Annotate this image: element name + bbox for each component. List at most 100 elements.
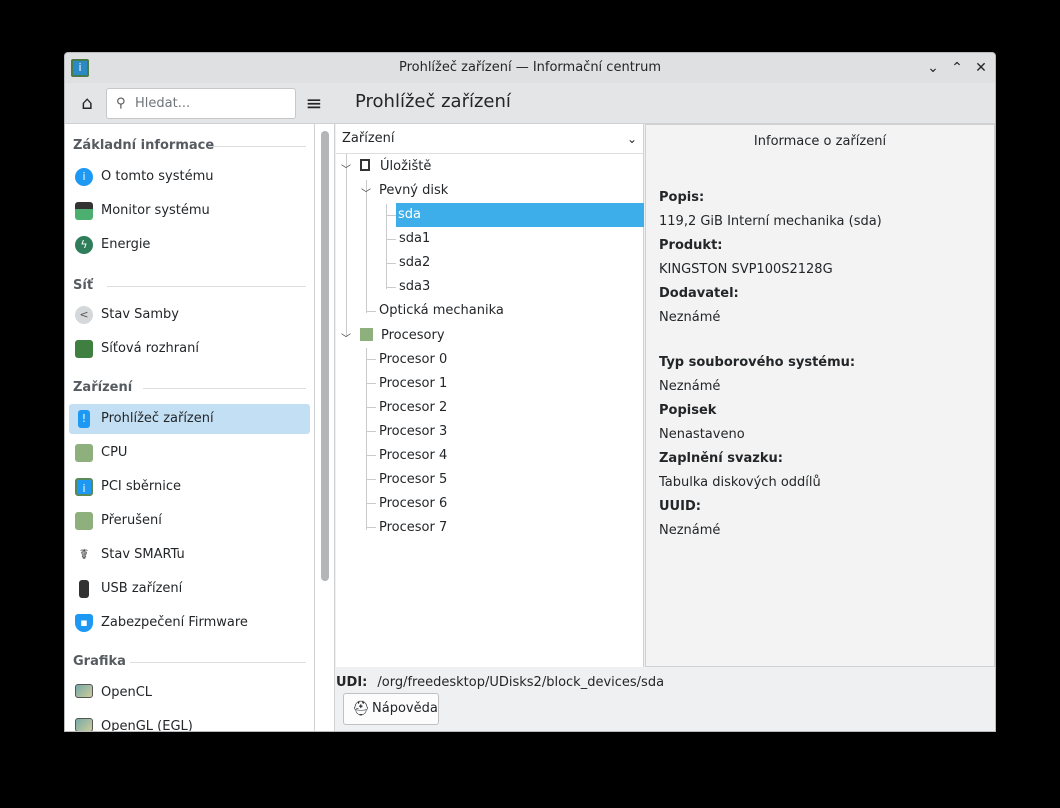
- sidebar-item-opencl[interactable]: OpenCL: [69, 678, 310, 708]
- tree-label: Úložiště: [380, 159, 432, 174]
- sidebar-item-label: Stav Samby: [101, 307, 179, 322]
- info-value: Neznámé: [659, 523, 721, 538]
- tree-node-processor[interactable]: Procesor 4: [379, 444, 447, 468]
- sidebar: Základní informace i O tomto systému Moni…: [65, 124, 315, 731]
- info-label: Typ souborového systému:: [659, 355, 856, 370]
- page-title: Prohlížeč zařízení: [355, 91, 511, 112]
- shield-lock-icon: ▪: [75, 614, 93, 632]
- udi-label: UDI:: [336, 675, 368, 690]
- sidebar-item-device-viewer[interactable]: ! Prohlížeč zařízení: [69, 404, 310, 434]
- chevron-down-icon: ⌄: [626, 132, 637, 146]
- tree-node-processor[interactable]: Procesor 1: [379, 372, 447, 396]
- sidebar-item-opengl[interactable]: OpenGL (EGL): [69, 712, 310, 731]
- tree-node-processors[interactable]: Procesory: [360, 324, 445, 348]
- info-value: KINGSTON SVP100S2128G: [659, 262, 833, 277]
- sidebar-item-energy[interactable]: ϟ Energie: [69, 230, 310, 260]
- section-heading: Síť: [73, 278, 94, 293]
- search-input[interactable]: ⚲ Hledat...: [106, 88, 296, 119]
- sidebar-item-label: Monitor systému: [101, 203, 210, 218]
- collapse-icon[interactable]: ﹀: [361, 185, 371, 200]
- tree-node-optical-drive[interactable]: Optická mechanika: [379, 299, 504, 323]
- tree-node-hard-disk[interactable]: Pevný disk: [379, 179, 448, 203]
- sidebar-item-interrupts[interactable]: Přerušení: [69, 506, 310, 536]
- sidebar-item-label: CPU: [101, 445, 128, 460]
- collapse-icon[interactable]: ﹀: [341, 161, 351, 176]
- app-info-icon: i: [71, 59, 89, 77]
- maximize-button[interactable]: ⌃: [946, 53, 968, 83]
- sidebar-item-cpu[interactable]: CPU: [69, 438, 310, 468]
- tree-node-processor[interactable]: Procesor 3: [379, 420, 447, 444]
- interrupt-icon: [75, 512, 93, 530]
- info-label: Dodavatel:: [659, 286, 739, 301]
- info-value: Neznámé: [659, 379, 721, 394]
- tree-node-processor[interactable]: Procesor 5: [379, 468, 447, 492]
- collapse-icon[interactable]: ﹀: [341, 330, 351, 345]
- sidebar-item-samba-status[interactable]: < Stav Samby: [69, 300, 310, 330]
- device-category-dropdown[interactable]: Zařízení ⌄: [336, 124, 643, 154]
- sidebar-item-label: Zabezpečení Firmware: [101, 615, 248, 630]
- hamburger-menu-button[interactable]: ≡: [303, 92, 325, 116]
- minimize-button[interactable]: ⌄: [922, 53, 944, 83]
- window-title: Prohlížeč zařízení — Informační centrum: [398, 60, 662, 75]
- section-heading: Zařízení: [73, 380, 133, 395]
- sidebar-item-label: USB zařízení: [101, 581, 183, 596]
- sidebar-item-network-interfaces[interactable]: Síťová rozhraní: [69, 334, 310, 364]
- sidebar-item-label: Přerušení: [101, 513, 162, 528]
- info-value: Neznámé: [659, 310, 721, 325]
- divider: [107, 286, 306, 287]
- cpu-icon: [75, 444, 93, 462]
- tree-node-sda2[interactable]: sda2: [399, 251, 430, 275]
- tree-node-processor[interactable]: Procesor 6: [379, 492, 447, 516]
- tree-node-sda3[interactable]: sda3: [399, 275, 430, 299]
- device-info-icon: !: [78, 410, 90, 428]
- divider: [130, 662, 306, 663]
- tree-node-sda1[interactable]: sda1: [399, 227, 430, 251]
- tree-node-storage[interactable]: Úložiště: [360, 155, 431, 179]
- sidebar-item-firmware-security[interactable]: ▪ Zabezpečení Firmware: [69, 608, 310, 638]
- info-value: Tabulka diskových oddílů: [659, 475, 821, 490]
- sidebar-item-pci[interactable]: i PCI sběrnice: [69, 472, 310, 502]
- info-value: 119,2 GiB Interní mechanika (sda): [659, 214, 882, 229]
- close-button[interactable]: ✕: [970, 53, 992, 83]
- display-icon: [75, 718, 93, 731]
- sidebar-item-label: PCI sběrnice: [101, 479, 182, 494]
- udi-value: /org/freedesktop/UDisks2/block_devices/s…: [377, 675, 665, 690]
- tree-node-processor[interactable]: Procesor 2: [379, 396, 447, 420]
- section-heading: Základní informace: [73, 138, 215, 153]
- sidebar-scrollbar[interactable]: [315, 124, 335, 731]
- display-icon: [75, 684, 93, 698]
- share-icon: <: [75, 306, 93, 324]
- udi-line: UDI: /org/freedesktop/UDisks2/block_devic…: [336, 675, 664, 690]
- help-button[interactable]: ⛑ Nápověda: [343, 693, 439, 725]
- sidebar-item-usb-devices[interactable]: USB zařízení: [69, 574, 310, 604]
- tree-node-sda[interactable]: sda: [396, 203, 644, 227]
- search-placeholder: Hledat...: [135, 96, 191, 111]
- scrollbar-thumb[interactable]: [321, 131, 329, 581]
- info-icon: i: [75, 168, 93, 186]
- info-label: Popis:: [659, 190, 705, 205]
- title-bar: i Prohlížeč zařízení — Informační centru…: [65, 53, 995, 83]
- dropdown-value: Zařízení: [342, 131, 395, 146]
- info-label: UUID:: [659, 499, 701, 514]
- info-title: Informace o zařízení: [753, 134, 887, 149]
- tree-node-processor[interactable]: Procesor 0: [379, 348, 447, 372]
- divider: [208, 146, 306, 147]
- smart-icon: ☤: [79, 547, 89, 563]
- lifebuoy-icon: ⛑: [352, 701, 370, 717]
- tree-node-processor[interactable]: Procesor 7: [379, 516, 447, 540]
- processor-icon: [360, 328, 373, 341]
- sidebar-item-system-monitor[interactable]: Monitor systému: [69, 196, 310, 226]
- home-button[interactable]: ⌂: [75, 92, 99, 116]
- section-heading: Grafika: [73, 654, 126, 669]
- tree-label: Procesory: [381, 328, 445, 343]
- sidebar-item-about-system[interactable]: i O tomto systému: [69, 162, 310, 192]
- sidebar-item-label: Stav SMARTu: [101, 547, 185, 562]
- sidebar-item-label: Prohlížeč zařízení: [101, 411, 214, 426]
- sidebar-item-smart-status[interactable]: ☤ Stav SMARTu: [69, 540, 310, 570]
- divider: [143, 388, 306, 389]
- main-window: i Prohlížeč zařízení — Informační centru…: [64, 52, 996, 732]
- info-label: Popisek: [659, 403, 717, 418]
- drive-icon: [360, 159, 370, 171]
- header-bar: ⌂ ⚲ Hledat... ≡ Prohlížeč zařízení: [65, 83, 995, 124]
- info-label: Produkt:: [659, 238, 723, 253]
